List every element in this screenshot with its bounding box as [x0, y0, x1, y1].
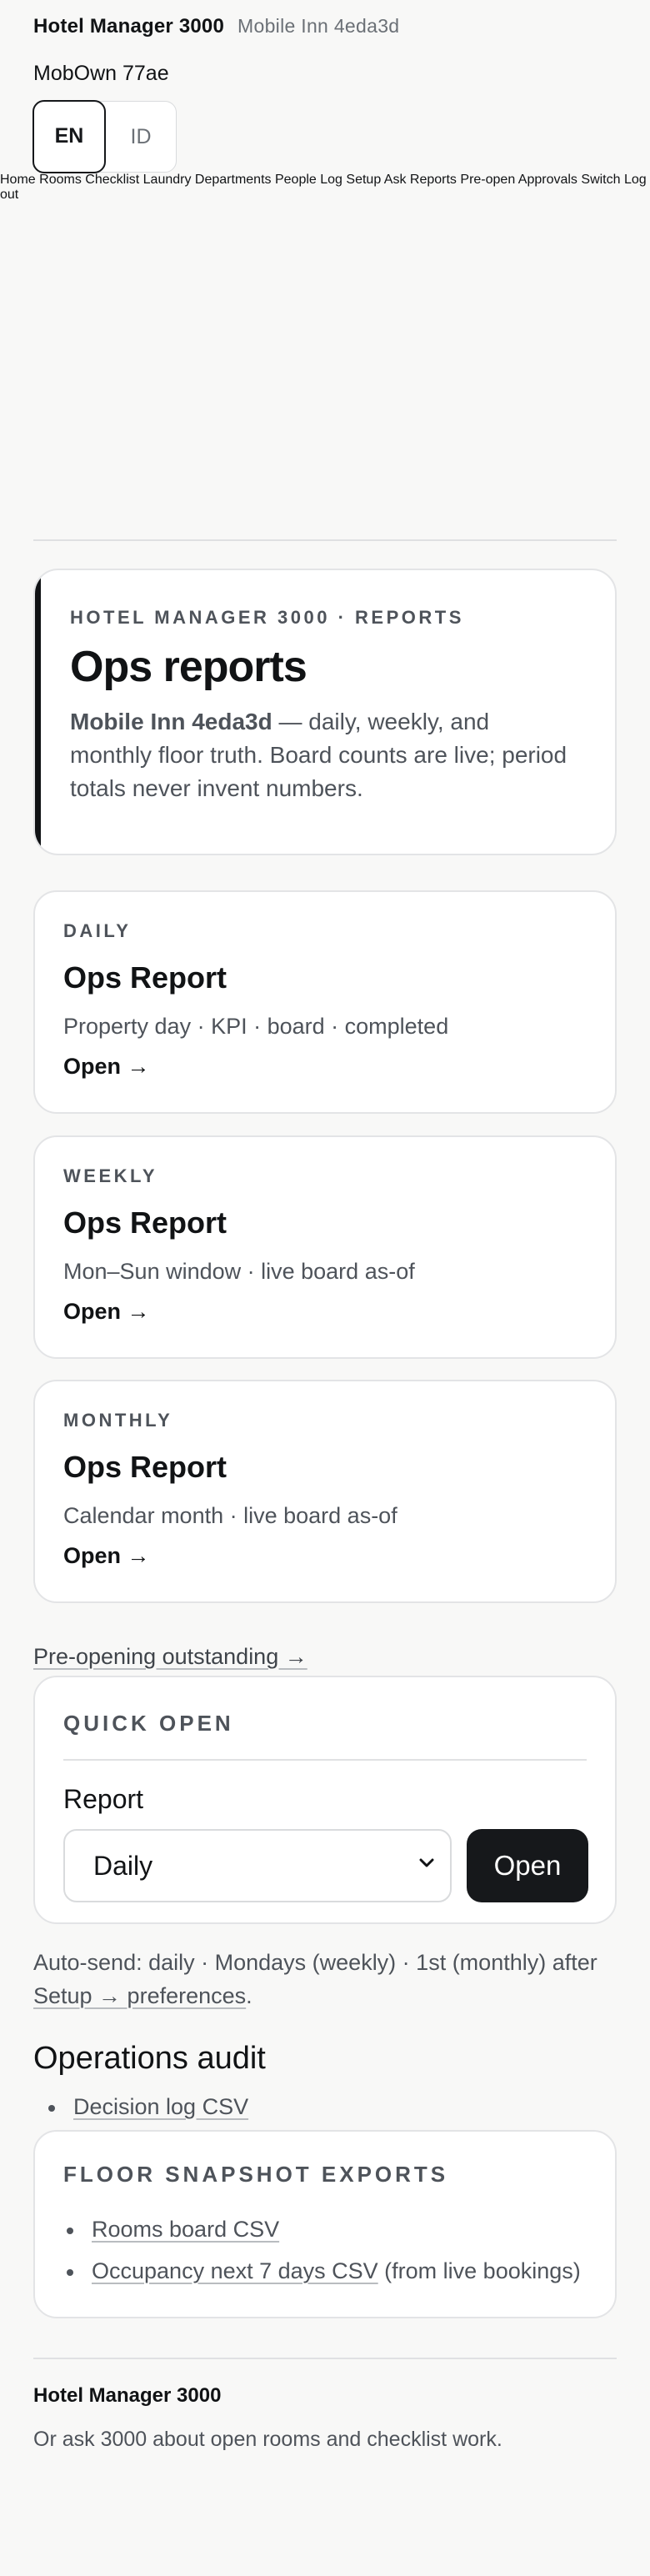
hero-accent-bar: [35, 570, 41, 854]
property-name: Mobile Inn 4eda3d: [238, 15, 400, 37]
weekly-report-card[interactable]: WEEKLY Ops Report Mon–Sun window · live …: [33, 1135, 617, 1359]
setup-preferences-link[interactable]: Setup → preferences: [33, 1983, 246, 2008]
footer-brand: Hotel Manager 3000: [33, 2384, 222, 2407]
nav-log[interactable]: Log: [320, 173, 342, 187]
daily-open-link[interactable]: Open →: [63, 1054, 150, 1080]
page-title: Ops reports: [70, 643, 308, 691]
auto-send-text: Auto-send: daily · Mondays (weekly) · 1s…: [33, 1950, 598, 1975]
operations-audit-heading: Operations audit: [33, 2041, 266, 2076]
language-switcher: EN ID: [32, 100, 177, 173]
brand-title[interactable]: Hotel Manager 3000: [33, 15, 224, 38]
main-nav: Home Rooms Checklist Laundry Departments…: [0, 173, 650, 203]
occupancy-note: (from live bookings): [378, 2258, 581, 2283]
hero-property: Mobile Inn 4eda3d: [70, 709, 272, 734]
footer-text: Or ask 3000 about open rooms and checkli…: [33, 2428, 502, 2451]
floor-snapshot-panel: FLOOR SNAPSHOT EXPORTS Rooms board CSV O…: [33, 2130, 617, 2318]
topbar: Hotel Manager 3000 Mobile Inn 4eda3d: [33, 0, 617, 38]
nav-approvals[interactable]: Approvals: [518, 173, 578, 187]
nav-laundry[interactable]: Laundry: [143, 173, 192, 187]
snapshot-list: Rooms board CSV Occupancy next 7 days CS…: [67, 2217, 581, 2300]
quick-open-panel: QUICK OPEN Report Daily Open: [33, 1676, 617, 1924]
report-select[interactable]: Daily: [63, 1829, 452, 1902]
nav-checklist[interactable]: Checklist: [85, 173, 139, 187]
card-title: Ops Report: [63, 1450, 228, 1484]
footer-divider: [33, 2358, 617, 2359]
monthly-report-card[interactable]: MONTHLY Ops Report Calendar month · live…: [33, 1380, 617, 1603]
hero-panel: HOTEL MANAGER 3000 · REPORTS Ops reports…: [33, 569, 617, 855]
nav-reports[interactable]: Reports: [410, 173, 457, 187]
nav-departments[interactable]: Departments: [195, 173, 272, 187]
report-select-value: Daily: [93, 1851, 153, 1881]
switch-button[interactable]: Switch: [581, 173, 620, 187]
decision-log-csv-link[interactable]: Decision log CSV: [48, 2094, 248, 2120]
quick-open-button[interactable]: Open: [467, 1829, 588, 1902]
quick-open-title: QUICK OPEN: [63, 1711, 234, 1736]
monthly-open-link[interactable]: Open →: [63, 1543, 150, 1569]
card-kicker: DAILY: [63, 920, 132, 941]
card-description: Calendar month · live board as-of: [63, 1503, 398, 1528]
nav-rooms[interactable]: Rooms: [39, 173, 82, 187]
card-title: Ops Report: [63, 960, 228, 995]
daily-report-card[interactable]: DAILY Ops Report Property day · KPI · bo…: [33, 890, 617, 1114]
page: Hotel Manager 3000 Mobile Inn 4eda3d Mob…: [0, 0, 650, 173]
quick-open-divider: [63, 1759, 587, 1761]
chevron-down-icon: [418, 1851, 435, 1877]
nav-setup[interactable]: Setup: [346, 173, 381, 187]
occupancy-csv-link[interactable]: Occupancy next 7 days CSV: [92, 2258, 378, 2283]
card-kicker: WEEKLY: [63, 1165, 158, 1186]
card-description: Property day · KPI · board · completed: [63, 1014, 449, 1039]
nav-home[interactable]: Home: [0, 173, 36, 187]
rooms-board-csv-link[interactable]: Rooms board CSV: [92, 2217, 279, 2242]
list-item: Rooms board CSV: [67, 2217, 581, 2258]
card-description: Mon–Sun window · live board as-of: [63, 1259, 415, 1284]
weekly-open-link[interactable]: Open →: [63, 1299, 150, 1325]
nav-people[interactable]: People: [275, 173, 317, 187]
nav-ask[interactable]: Ask: [384, 173, 407, 187]
auto-send-end: .: [246, 1983, 252, 2008]
pre-opening-outstanding-link[interactable]: Pre-opening outstanding →: [33, 1644, 308, 1670]
list-item: Occupancy next 7 days CSV (from live boo…: [67, 2258, 581, 2300]
language-id-button[interactable]: ID: [106, 102, 176, 172]
nav-pre-open[interactable]: Pre-open: [460, 173, 515, 187]
language-en-button[interactable]: EN: [32, 100, 106, 173]
hero-lead: Mobile Inn 4eda3d — daily, weekly, and m…: [70, 705, 570, 805]
card-title: Ops Report: [63, 1205, 228, 1240]
audit-list: Decision log CSV: [48, 2094, 248, 2120]
user-name: MobOwn 77ae: [33, 62, 169, 85]
header-divider: [33, 539, 617, 541]
floor-snapshot-title: FLOOR SNAPSHOT EXPORTS: [63, 2162, 449, 2187]
auto-send-note: Auto-send: daily · Mondays (weekly) · 1s…: [33, 1946, 633, 2012]
hero-eyebrow: HOTEL MANAGER 3000 · REPORTS: [70, 607, 464, 628]
card-kicker: MONTHLY: [63, 1410, 173, 1431]
report-select-label: Report: [63, 1784, 144, 1814]
